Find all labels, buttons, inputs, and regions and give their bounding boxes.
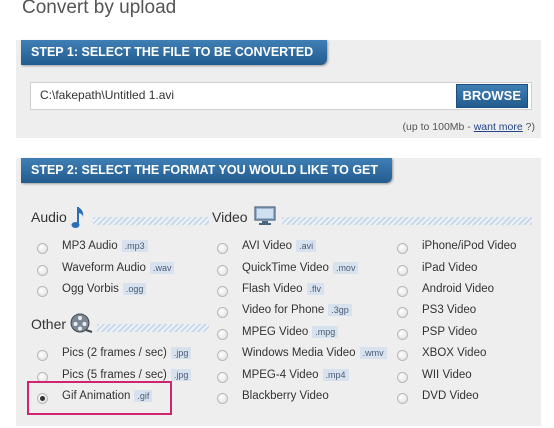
step1-panel: STEP 1: SELECT THE FILE TO BE CONVERTED …: [16, 40, 541, 138]
ext-badge: .avi: [296, 240, 317, 252]
ext-badge: .jpg: [170, 369, 192, 381]
music-note-icon: [71, 207, 84, 228]
size-note-suffix: ?): [522, 121, 535, 133]
step1-title: STEP 1: SELECT THE FILE TO BE CONVERTED: [21, 40, 328, 65]
step2-title: STEP 2: SELECT THE FORMAT YOU WOULD LIKE…: [21, 158, 393, 183]
ext-badge: .wmv: [359, 347, 387, 359]
option-label: WII Video: [422, 369, 472, 381]
option-label: iPad Video: [422, 262, 478, 274]
option-label: MPEG Video: [242, 326, 309, 338]
audio-label: Audio: [31, 209, 67, 225]
option-label: PSP Video: [422, 326, 478, 338]
option-label: iPhone/iPod Video: [422, 240, 517, 252]
option-label: Android Video: [422, 283, 495, 295]
option-label: DVD Video: [422, 390, 479, 402]
other-section-header: Other: [31, 313, 211, 337]
radio-button[interactable]: [37, 265, 48, 276]
audio-section-header: Audio: [31, 206, 211, 230]
size-note-prefix: (up to 100Mb -: [402, 121, 474, 133]
radio-button[interactable]: [397, 243, 408, 254]
ext-badge: .mp3: [121, 240, 148, 252]
option-label: MP3 Audio: [62, 240, 118, 252]
option-label: Ogg Vorbis: [62, 283, 119, 295]
radio-button[interactable]: [397, 350, 408, 361]
video-label: Video: [212, 209, 248, 225]
option-label: Pics (5 frames / sec): [62, 369, 167, 381]
radio-button[interactable]: [37, 286, 48, 297]
radio-button[interactable]: [397, 393, 408, 404]
size-note: (up to 100Mb - want more ?): [403, 121, 536, 133]
option-label: Blackberry Video: [242, 390, 329, 402]
file-path: C:\fakepath\Untitled 1.avi: [40, 88, 175, 102]
option-label: PS3 Video: [422, 304, 477, 316]
radio-button[interactable]: [397, 265, 408, 276]
radio-button[interactable]: [397, 372, 408, 383]
ext-badge: .3gp: [328, 304, 352, 316]
option-label: Flash Video: [242, 283, 303, 295]
radio-button[interactable]: [37, 243, 48, 254]
want-more-link[interactable]: want more: [474, 121, 523, 133]
other-label: Other: [31, 316, 67, 332]
browse-button[interactable]: BROWSE: [455, 84, 528, 108]
option-label: Pics (2 frames / sec): [62, 347, 167, 359]
option-label: Windows Media Video: [242, 347, 356, 359]
ext-badge: .wav: [149, 262, 175, 274]
radio-button[interactable]: [397, 329, 408, 340]
option-label: Waveform Audio: [62, 262, 146, 274]
radio-button[interactable]: [397, 307, 408, 318]
ext-badge: .flv: [306, 283, 325, 295]
film-reel-icon: [70, 313, 93, 333]
radio-button[interactable]: [217, 286, 228, 297]
ext-badge: .mp4: [322, 369, 349, 381]
ext-badge: .mov: [332, 262, 359, 274]
radio-button[interactable]: [217, 265, 228, 276]
other-hatch: [97, 324, 209, 332]
option-label: XBOX Video: [422, 347, 487, 359]
radio-button[interactable]: [217, 329, 228, 340]
video-hatch: [282, 217, 532, 225]
radio-button[interactable]: [217, 243, 228, 254]
ext-badge: .ogg: [122, 283, 147, 295]
radio-button[interactable]: [397, 286, 408, 297]
option-label: QuickTime Video: [242, 262, 329, 274]
radio-button[interactable]: [217, 393, 228, 404]
ext-badge: .jpg: [170, 347, 192, 359]
radio-button[interactable]: [217, 372, 228, 383]
video-section-header: Video: [212, 206, 532, 230]
ext-badge: .mpg: [312, 326, 339, 338]
page-title: Convert by upload: [22, 0, 177, 18]
option-label: Video for Phone: [242, 304, 325, 316]
file-input[interactable]: C:\fakepath\Untitled 1.avi BROWSE: [30, 82, 532, 110]
audio-hatch: [93, 217, 209, 225]
monitor-icon: [254, 206, 276, 225]
radio-button[interactable]: [217, 350, 228, 361]
radio-button[interactable]: [217, 307, 228, 318]
selection-highlight: [27, 381, 172, 415]
option-label: MPEG-4 Video: [242, 369, 319, 381]
option-label: AVI Video: [242, 240, 293, 252]
radio-button[interactable]: [37, 350, 48, 361]
